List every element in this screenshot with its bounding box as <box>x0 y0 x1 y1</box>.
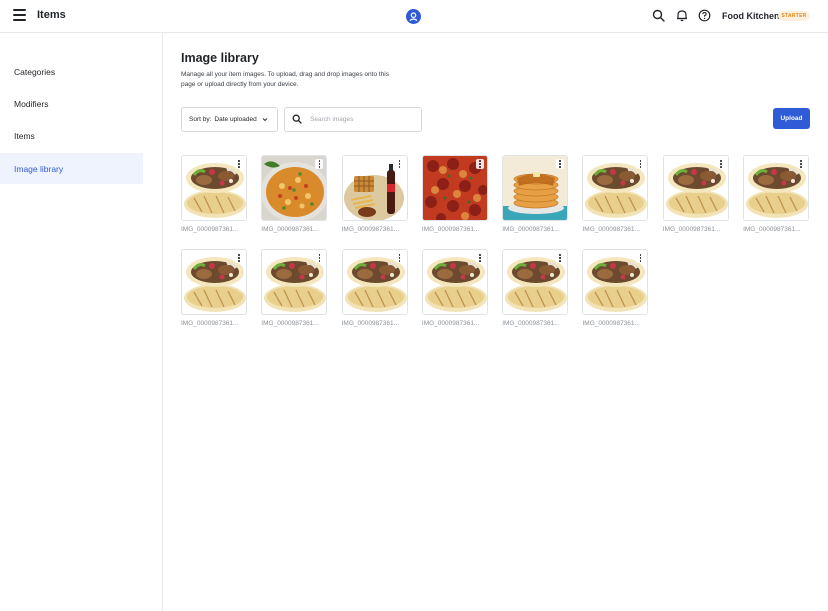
plan-badge: STARTER <box>778 11 810 21</box>
image-thumbnail-burrito[interactable] <box>181 249 247 315</box>
image-thumbnail-burrito[interactable] <box>341 249 408 315</box>
image-tile: IMG_0000987361... <box>421 249 488 343</box>
more-options-icon[interactable] <box>556 159 565 169</box>
image-tile: IMG_0000987361... <box>743 155 810 249</box>
sort-value: Date uploaded <box>214 116 257 123</box>
image-filename: IMG_0000987361... <box>421 320 480 327</box>
image-tile: IMG_0000987361... <box>261 155 328 249</box>
image-tile: IMG_0000987361... <box>421 155 488 249</box>
image-thumbnail-burrito[interactable] <box>662 155 729 221</box>
image-filename: IMG_0000987361... <box>341 226 400 233</box>
image-filename: IMG_0000987361... <box>582 226 640 233</box>
chevron-down-icon <box>262 117 268 122</box>
image-filename: IMG_0000987361... <box>181 226 239 233</box>
image-filename: IMG_0000987361... <box>261 226 319 233</box>
brand-logo-icon <box>406 9 421 24</box>
image-tile: IMG_0000987361... <box>582 249 649 343</box>
sidebar-item-items[interactable]: Items <box>0 120 143 151</box>
search-box <box>284 107 422 132</box>
more-options-icon[interactable] <box>475 159 484 169</box>
image-filename: IMG_0000987361... <box>341 320 400 327</box>
sidebar-item-categories[interactable]: Categories <box>0 56 143 87</box>
upload-button[interactable]: Upload <box>773 108 810 129</box>
bell-icon[interactable] <box>676 9 690 23</box>
image-tile: IMG_0000987361... <box>502 155 569 249</box>
top-bar: Items Food Kitchen STARTER <box>0 0 828 33</box>
search-input[interactable] <box>310 116 410 123</box>
sort-label: Sort by: <box>189 116 212 123</box>
image-thumbnail-pancakes[interactable] <box>502 155 569 221</box>
more-options-icon[interactable] <box>556 253 565 263</box>
more-options-icon[interactable] <box>235 159 243 169</box>
more-options-icon[interactable] <box>395 159 404 169</box>
hamburger-menu-icon[interactable] <box>13 9 27 23</box>
image-thumbnail-burrito[interactable] <box>421 249 488 315</box>
main-content: Image library Manage all your item image… <box>163 33 828 611</box>
more-options-icon[interactable] <box>395 253 404 263</box>
image-tile: IMG_0000987361... <box>502 249 569 343</box>
image-tile: IMG_0000987361... <box>582 155 649 249</box>
image-tile: IMG_0000987361... <box>341 249 408 343</box>
more-options-icon[interactable] <box>716 159 725 169</box>
search-icon[interactable] <box>652 9 666 23</box>
image-tile: IMG_0000987361... <box>261 249 328 343</box>
image-filename: IMG_0000987361... <box>181 320 239 327</box>
image-tile: IMG_0000987361... <box>341 155 408 249</box>
image-filename: IMG_0000987361... <box>421 226 480 233</box>
image-thumbnail-burrito[interactable] <box>582 249 649 315</box>
image-tile: IMG_0000987361... <box>662 155 729 249</box>
more-options-icon[interactable] <box>636 159 645 169</box>
image-filename: IMG_0000987361... <box>582 320 640 327</box>
more-options-icon[interactable] <box>797 159 806 169</box>
page-title: Image library <box>181 51 259 65</box>
help-circle-icon[interactable] <box>698 9 712 23</box>
image-tile: IMG_0000987361... <box>181 249 247 343</box>
image-tile: IMG_0000987361... <box>181 155 247 249</box>
more-options-icon[interactable] <box>475 253 484 263</box>
image-thumbnail-fried-rice[interactable] <box>261 155 328 221</box>
image-grid: IMG_0000987361... IMG_0000987361... IMG_… <box>181 155 821 343</box>
image-thumbnail-burrito[interactable] <box>261 249 328 315</box>
more-options-icon[interactable] <box>315 253 324 263</box>
page-header-title: Items <box>37 9 66 21</box>
image-thumbnail-burrito[interactable] <box>502 249 569 315</box>
image-thumbnail-burrito[interactable] <box>582 155 649 221</box>
image-thumbnail-waffle-cola[interactable] <box>341 155 408 221</box>
more-options-icon[interactable] <box>315 159 324 169</box>
image-thumbnail-burrito[interactable] <box>181 155 247 221</box>
page-description: Manage all your item images. To upload, … <box>181 71 390 88</box>
image-filename: IMG_0000987361... <box>662 226 721 233</box>
sidebar-item-image-library[interactable]: Image library <box>0 153 143 184</box>
more-options-icon[interactable] <box>235 253 243 263</box>
sidebar: Categories Modifiers Items Image library <box>0 33 163 611</box>
image-thumbnail-burrito[interactable] <box>743 155 810 221</box>
store-name[interactable]: Food Kitchen <box>722 11 780 21</box>
sort-dropdown[interactable]: Sort by: Date uploaded <box>181 107 278 132</box>
image-filename: IMG_0000987361... <box>502 320 560 327</box>
search-icon <box>292 111 302 129</box>
image-filename: IMG_0000987361... <box>743 226 801 233</box>
image-filename: IMG_0000987361... <box>502 226 560 233</box>
image-thumbnail-pizza[interactable] <box>421 155 488 221</box>
more-options-icon[interactable] <box>636 253 645 263</box>
image-filename: IMG_0000987361... <box>261 320 319 327</box>
sidebar-item-modifiers[interactable]: Modifiers <box>0 88 143 119</box>
